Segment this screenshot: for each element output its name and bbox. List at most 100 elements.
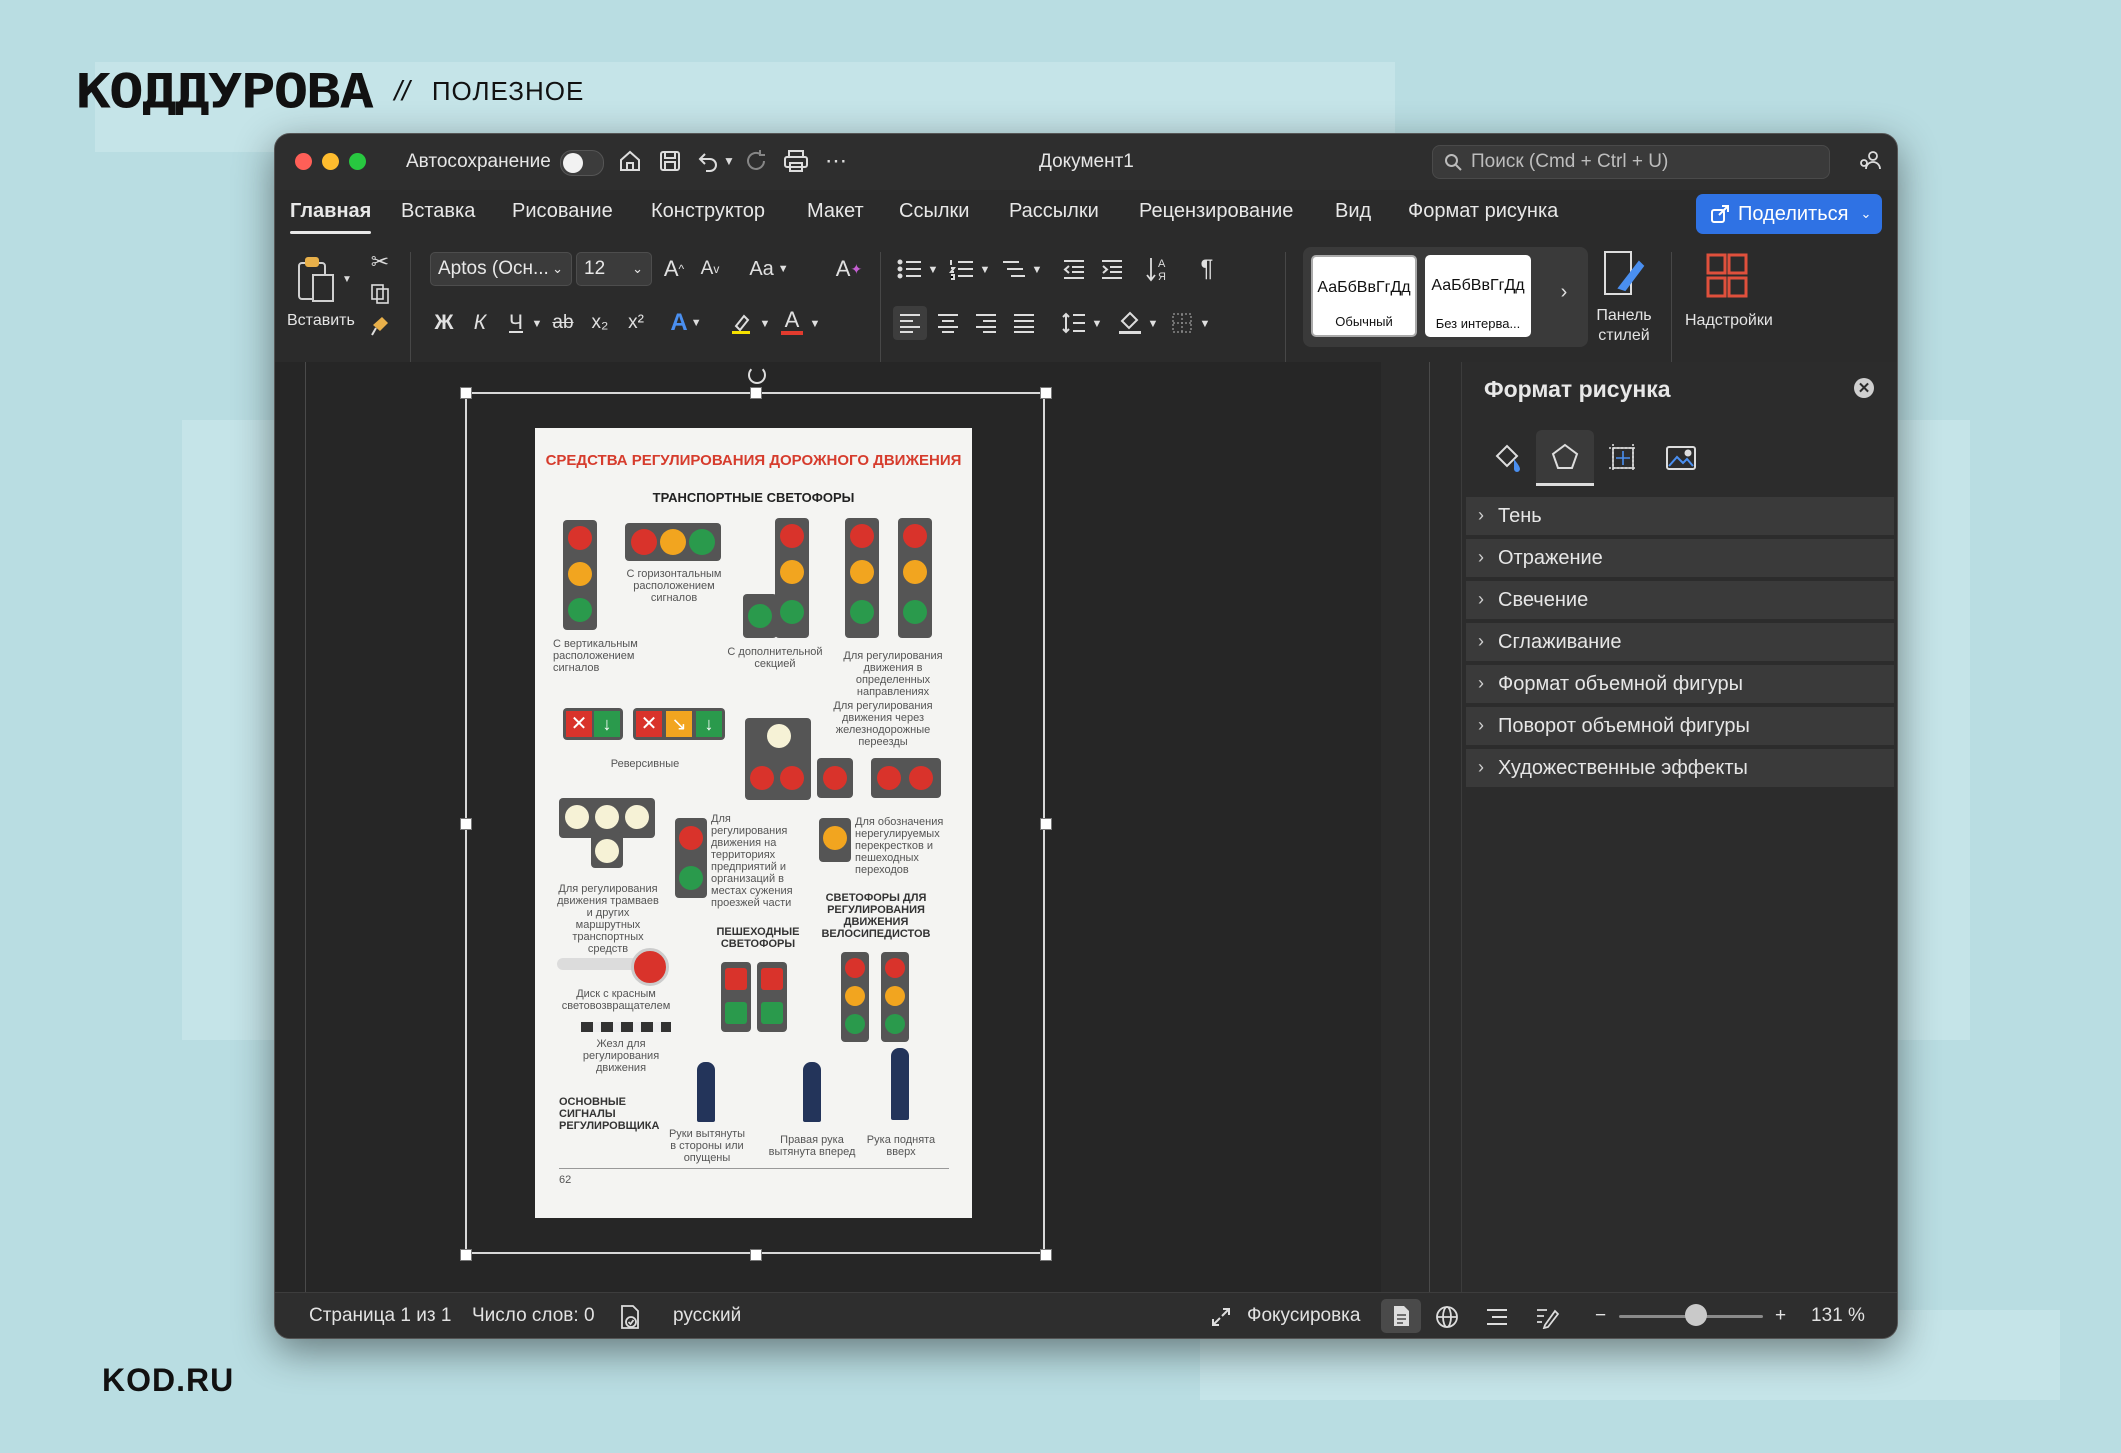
borders-icon[interactable] [1165,306,1199,340]
line-spacing-dropdown-icon[interactable]: ▼ [1091,314,1103,334]
align-left-icon[interactable] [893,306,927,340]
web-layout-icon[interactable] [1433,1303,1461,1331]
language-label[interactable]: русский [673,1305,741,1327]
focus-label[interactable]: Фокусировка [1247,1305,1360,1327]
chevron-right-icon[interactable]: › [1553,277,1575,307]
change-case-button[interactable]: Aa ▼ [745,252,793,286]
show-formatting-marks-icon[interactable]: ¶ [1191,252,1223,286]
zoom-out-button[interactable]: − [1595,1305,1606,1327]
tab-picture-format[interactable]: Формат рисунка [1408,200,1558,223]
tab-draw[interactable]: Рисование [512,200,613,223]
underline-dropdown-icon[interactable]: ▼ [530,314,544,334]
shading-dropdown-icon[interactable]: ▼ [1147,314,1159,334]
subscript-button[interactable]: x₂ [585,306,615,340]
rotate-handle[interactable] [748,366,766,384]
paste-icon[interactable] [293,252,339,308]
section-3d-rotation[interactable]: › Поворот объемной фигуры [1466,707,1894,747]
section-reflection[interactable]: › Отражение [1466,539,1894,579]
section-artistic-effects[interactable]: › Художественные эффекты [1466,749,1894,789]
tab-design[interactable]: Конструктор [651,200,765,223]
zoom-level[interactable]: 131 % [1811,1305,1865,1327]
tab-view[interactable]: Вид [1335,200,1371,223]
section-3d-format[interactable]: › Формат объемной фигуры [1466,665,1894,705]
resize-handle-top[interactable] [750,387,762,399]
tab-home[interactable]: Главная [290,200,372,234]
superscript-button[interactable]: x² [621,306,651,340]
layout-size-icon[interactable] [1594,430,1652,486]
more-icon[interactable]: ⋯ [821,146,851,176]
resize-handle-top-left[interactable] [460,387,472,399]
resize-handle-bottom-left[interactable] [460,1249,472,1261]
cut-icon[interactable]: ✂ [367,248,393,276]
undo-dropdown-icon[interactable]: ▼ [722,152,736,170]
shading-icon[interactable] [1113,304,1147,340]
autosave-toggle[interactable] [560,150,604,176]
style-no-spacing[interactable]: АаБбВвГгДд Без интерва... [1425,255,1531,337]
highlight-dropdown-icon[interactable]: ▼ [759,314,771,334]
styles-pane-icon[interactable] [1595,246,1651,300]
redo-icon[interactable] [741,146,771,176]
section-soft-edges[interactable]: › Сглаживание [1466,623,1894,663]
close-pane-button[interactable]: ✕ [1854,378,1874,398]
picture-icon[interactable] [1652,430,1710,486]
resize-handle-bottom-right[interactable] [1040,1249,1052,1261]
borders-dropdown-icon[interactable]: ▼ [1199,314,1211,334]
justify-icon[interactable] [1007,306,1041,340]
maximize-window-button[interactable] [349,153,366,170]
zoom-in-button[interactable]: + [1775,1305,1786,1327]
shrink-font-icon[interactable]: Av [695,252,725,286]
home-icon[interactable] [615,146,645,176]
resize-handle-bottom[interactable] [750,1249,762,1261]
align-center-icon[interactable] [931,306,965,340]
clear-formatting-icon[interactable]: A ✦ [833,252,865,286]
fill-line-icon[interactable] [1478,430,1536,486]
resize-handle-top-right[interactable] [1040,387,1052,399]
bullets-icon[interactable] [893,252,927,286]
draft-view-icon[interactable] [1533,1303,1561,1331]
numbering-dropdown-icon[interactable]: ▼ [979,260,991,280]
paste-dropdown-icon[interactable]: ▼ [341,272,353,286]
page-count[interactable]: Страница 1 из 1 [309,1305,451,1327]
section-glow[interactable]: › Свечение [1466,581,1894,621]
search-input[interactable]: Поиск (Cmd + Ctrl + U) [1432,145,1830,179]
highlight-color-icon[interactable] [721,306,761,340]
text-effects-icon[interactable]: A ▼ [669,306,703,340]
multilevel-list-icon[interactable] [997,252,1031,286]
bullets-dropdown-icon[interactable]: ▼ [927,260,939,280]
sort-icon[interactable]: АЯ [1141,252,1175,286]
zoom-slider-knob[interactable] [1685,1304,1707,1326]
multilevel-dropdown-icon[interactable]: ▼ [1031,260,1043,280]
strikethrough-button[interactable]: ab [547,306,579,340]
proofing-icon[interactable] [617,1303,643,1331]
collaboration-icon[interactable] [1855,146,1885,176]
tab-mailings[interactable]: Рассылки [1009,200,1099,223]
print-icon[interactable] [781,146,811,176]
format-painter-icon[interactable] [367,312,393,340]
resize-handle-left[interactable] [460,818,472,830]
underline-button[interactable]: Ч [501,306,531,340]
line-spacing-icon[interactable] [1057,306,1091,340]
tab-insert[interactable]: Вставка [401,200,475,223]
resize-handle-right[interactable] [1040,818,1052,830]
numbering-icon[interactable] [945,252,979,286]
section-shadow[interactable]: › Тень [1466,497,1894,537]
tab-layout[interactable]: Макет [807,200,864,223]
inserted-picture[interactable]: СРЕДСТВА РЕГУЛИРОВАНИЯ ДОРОЖНОГО ДВИЖЕНИ… [535,428,972,1218]
add-ins-icon[interactable] [1701,250,1753,302]
effects-pentagon-icon[interactable] [1536,430,1594,486]
font-size-select[interactable]: 12 ⌄ [576,252,652,286]
font-color-icon[interactable]: A [777,302,807,340]
grow-font-icon[interactable]: A ^ [659,252,689,286]
copy-icon[interactable] [367,280,393,308]
outline-view-icon[interactable] [1483,1303,1511,1331]
tab-references[interactable]: Ссылки [899,200,969,223]
undo-icon[interactable] [693,146,723,176]
print-layout-icon[interactable] [1381,1299,1421,1333]
focus-icon[interactable] [1209,1305,1233,1329]
close-window-button[interactable] [295,153,312,170]
font-name-select[interactable]: Aptos (Осн... ⌄ [430,252,572,286]
align-right-icon[interactable] [969,306,1003,340]
save-icon[interactable] [655,146,685,176]
share-button[interactable]: Поделиться ⌄ [1696,194,1882,234]
style-normal[interactable]: АаБбВвГгДд Обычный [1311,255,1417,337]
